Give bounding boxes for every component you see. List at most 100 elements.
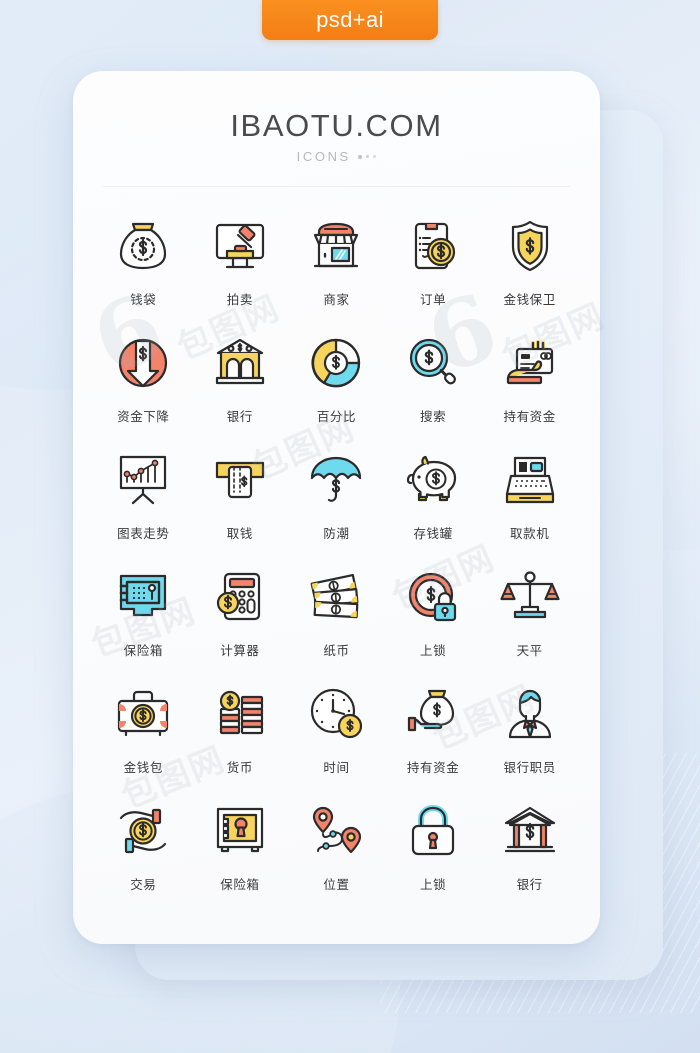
icon-cell[interactable]: 上锁	[385, 560, 482, 659]
header-divider	[103, 186, 570, 187]
money-bag-icon[interactable]	[106, 209, 180, 283]
padlock-icon[interactable]	[396, 794, 470, 868]
icon-label: 订单	[419, 292, 447, 307]
icon-label: 取钱	[226, 526, 253, 541]
icon-set-card: IBAOTU.COM ICONS 钱袋 拍卖 商家 订单 金钱保卫 资金下降 银…	[73, 71, 600, 944]
order-clipboard-coin-icon[interactable]	[396, 209, 470, 283]
icon-label: 持有资金	[503, 409, 556, 424]
hand-holding-card-icon[interactable]	[493, 326, 567, 400]
card-header: IBAOTU.COM ICONS	[73, 71, 600, 163]
icon-cell[interactable]: 取钱	[192, 443, 289, 542]
umbrella-protection-icon[interactable]	[299, 443, 373, 517]
percentage-pie-chart-icon[interactable]	[299, 326, 373, 400]
icon-label: 持有资金	[406, 760, 460, 775]
atm-machine-icon[interactable]	[493, 443, 567, 517]
icon-label: 时间	[323, 760, 350, 775]
icon-cell[interactable]: 保险箱	[95, 560, 192, 659]
icon-label: 计算器	[220, 643, 260, 658]
page-title: IBAOTU.COM	[230, 108, 443, 143]
icon-label: 纸币	[323, 643, 350, 658]
search-magnifier-coin-icon[interactable]	[396, 326, 470, 400]
safe-box-icon[interactable]	[106, 560, 180, 634]
icon-cell[interactable]: 货币	[192, 677, 289, 776]
format-badge: psd+ai	[262, 0, 438, 40]
icon-cell[interactable]: 金钱包	[95, 677, 192, 776]
icon-cell[interactable]: 钱袋	[95, 209, 192, 308]
balance-scale-icon[interactable]	[493, 560, 567, 634]
icon-cell[interactable]: 防潮	[288, 443, 385, 542]
icon-cell[interactable]: 保险箱	[192, 794, 289, 893]
icon-cell[interactable]: 存钱罐	[385, 443, 482, 542]
icon-label: 防潮	[323, 526, 350, 541]
icon-cell[interactable]: 资金下降	[95, 326, 192, 425]
icon-label: 交易	[130, 877, 157, 892]
icon-label: 保险箱	[123, 643, 163, 658]
dots-ornament-icon	[357, 154, 377, 159]
icon-label: 银行	[226, 409, 253, 424]
icon-cell[interactable]: 持有资金	[481, 326, 578, 425]
money-briefcase-icon[interactable]	[106, 677, 180, 751]
icon-label: 百分比	[316, 409, 357, 424]
merchant-shop-icon[interactable]	[299, 209, 373, 283]
vault-keyhole-icon[interactable]	[203, 794, 277, 868]
icon-label: 货币	[226, 760, 253, 775]
icon-label: 金钱包	[123, 760, 163, 775]
icon-cell[interactable]: 银行	[192, 326, 289, 425]
icon-label: 上锁	[419, 877, 447, 892]
transaction-hands-coin-icon[interactable]	[106, 794, 180, 868]
format-badge-label: psd+ai	[316, 7, 384, 32]
icon-cell[interactable]: 天平	[481, 560, 578, 659]
money-shield-icon[interactable]	[493, 209, 567, 283]
page-subtitle-label: ICONS	[296, 149, 351, 164]
icon-cell[interactable]: 位置	[288, 794, 385, 893]
icon-label: 资金下降	[117, 409, 170, 424]
location-pins-route-icon[interactable]	[299, 794, 373, 868]
chart-trend-board-icon[interactable]	[106, 443, 180, 517]
time-clock-coin-icon[interactable]	[299, 677, 373, 751]
icon-label: 取款机	[510, 526, 550, 541]
icon-cell[interactable]: 商家	[288, 209, 385, 308]
icon-cell[interactable]: 银行职员	[481, 677, 578, 776]
icon-cell[interactable]: 拍卖	[192, 209, 289, 308]
coin-stacks-icon[interactable]	[203, 677, 277, 751]
auction-gavel-monitor-icon[interactable]	[203, 209, 277, 283]
icon-label: 上锁	[419, 643, 447, 658]
icon-cell[interactable]: 图表走势	[95, 443, 192, 542]
coin-padlock-icon[interactable]	[396, 560, 470, 634]
icon-grid: 钱袋 拍卖 商家 订单 金钱保卫 资金下降 银行 百分比 搜索 持有资金 图表走…	[73, 209, 600, 893]
icon-label: 天平	[516, 643, 543, 658]
page-subtitle: ICONS	[73, 150, 600, 163]
icon-label: 银行	[516, 877, 543, 892]
calculator-icon[interactable]	[203, 560, 277, 634]
icon-cell[interactable]: 订单	[385, 209, 482, 308]
icon-cell[interactable]: 计算器	[192, 560, 289, 659]
icon-cell[interactable]: 取款机	[481, 443, 578, 542]
icon-cell[interactable]: 金钱保卫	[481, 209, 578, 308]
bank-clerk-icon[interactable]	[493, 677, 567, 751]
banknotes-icon[interactable]	[299, 560, 373, 634]
icon-label: 图表走势	[117, 526, 170, 541]
icon-label: 银行职员	[503, 760, 556, 775]
piggy-bank-icon[interactable]	[396, 443, 470, 517]
icon-cell[interactable]: 持有资金	[385, 677, 482, 776]
bank-building-icon[interactable]	[203, 326, 277, 400]
withdraw-cash-slot-icon[interactable]	[203, 443, 277, 517]
icon-cell[interactable]: 交易	[95, 794, 192, 893]
icon-cell[interactable]: 搜索	[385, 326, 482, 425]
icon-label: 商家	[323, 292, 350, 307]
icon-label: 搜索	[419, 409, 447, 424]
icon-label: 位置	[323, 877, 350, 892]
icon-cell[interactable]: 上锁	[385, 794, 482, 893]
icon-label: 存钱罐	[413, 526, 453, 541]
icon-label: 金钱保卫	[503, 292, 556, 307]
bank-columns-icon[interactable]	[493, 794, 567, 868]
icon-label: 钱袋	[130, 292, 157, 307]
icon-label: 保险箱	[220, 877, 260, 892]
icon-cell[interactable]: 百分比	[288, 326, 385, 425]
icon-label: 拍卖	[226, 292, 253, 307]
icon-cell[interactable]: 时间	[288, 677, 385, 776]
funds-down-arrow-icon[interactable]	[106, 326, 180, 400]
icon-cell[interactable]: 银行	[481, 794, 578, 893]
icon-cell[interactable]: 纸币	[288, 560, 385, 659]
hand-holding-money-bag-icon[interactable]	[396, 677, 470, 751]
